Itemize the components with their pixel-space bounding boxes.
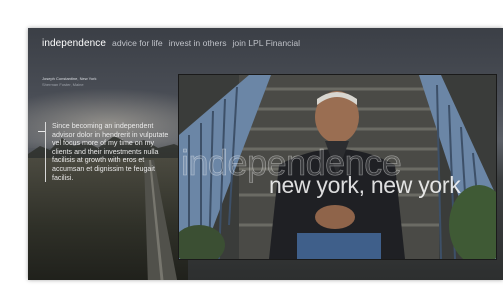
hero-location: new york, new york <box>269 172 461 198</box>
advisor-secondary: Sherman Foster, Maine <box>42 82 84 87</box>
top-nav: independence advice for life invest in o… <box>42 38 300 52</box>
nav-link-join-lpl[interactable]: join LPL Financial <box>233 38 301 48</box>
brand-link[interactable]: independence <box>42 38 106 49</box>
hero-banner: independence advice for life invest in o… <box>28 28 503 280</box>
advisor-quote: Since becoming an independent advisor do… <box>45 122 170 183</box>
nav-link-invest-in-others[interactable]: invest in others <box>169 38 227 48</box>
nav-link-advice-for-life[interactable]: advice for life <box>112 38 163 48</box>
advisor-info: Joseph Constantine, New York Sherman Fos… <box>42 58 122 88</box>
